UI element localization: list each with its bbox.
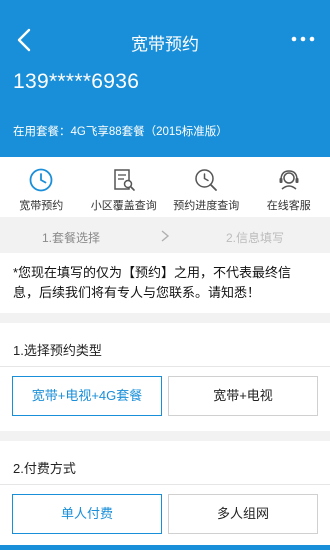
quick-link-coverage-query[interactable]: 小区覆盖查询 xyxy=(83,157,166,217)
quick-link-label: 宽带预约 xyxy=(19,200,64,212)
document-search-icon xyxy=(114,169,135,191)
chevron-right-icon xyxy=(161,230,170,242)
more-button[interactable] xyxy=(288,28,318,50)
header: 宽带预约 139*****6936 在用套餐：4G飞享88套餐（2015标准版） xyxy=(0,0,330,157)
option-broadband-tv[interactable]: 宽带+电视 xyxy=(168,376,318,416)
divider xyxy=(0,484,330,485)
payment-method-section: 2.付费方式 单人付费 多人组网 xyxy=(0,441,330,550)
quick-link-progress-query[interactable]: 预约进度查询 xyxy=(165,157,248,217)
quick-link-label: 在线客服 xyxy=(266,200,311,212)
quick-link-online-service[interactable]: 在线客服 xyxy=(248,157,330,217)
clock-search-icon xyxy=(195,169,218,191)
quick-links: 宽带预约 小区覆盖查询 预约进度查询 在线客服 xyxy=(0,157,330,217)
option-single-payment[interactable]: 单人付费 xyxy=(12,494,162,534)
current-plan: 在用套餐：4G飞享88套餐（2015标准版） xyxy=(13,126,228,138)
section-title: 2.付费方式 xyxy=(13,461,76,476)
headset-icon xyxy=(279,170,299,190)
bottom-bar xyxy=(0,545,330,550)
section-title: 1.选择预约类型 xyxy=(13,343,102,358)
option-group-network[interactable]: 多人组网 xyxy=(168,494,318,534)
step-info-entry: 2.信息填写 xyxy=(226,231,285,245)
notice-text: *您现在填写的仅为【预约】之用，不代表最终信息，后续我们将有专人与您联系。请知悉… xyxy=(0,253,330,313)
quick-link-broadband-reservation[interactable]: 宽带预约 xyxy=(0,157,83,217)
reservation-type-section: 1.选择预约类型 宽带+电视+4G套餐 宽带+电视 xyxy=(0,323,330,431)
more-dots-icon xyxy=(291,36,315,42)
option-broadband-tv-4g[interactable]: 宽带+电视+4G套餐 xyxy=(12,376,162,416)
phone-number: 139*****6936 xyxy=(13,70,140,93)
step-package-selection: 1.套餐选择 xyxy=(42,231,101,245)
page-title: 宽带预约 xyxy=(131,35,199,54)
step-indicator: 1.套餐选择 2.信息填写 xyxy=(0,217,330,253)
clock-icon xyxy=(29,168,53,192)
quick-link-label: 小区覆盖查询 xyxy=(90,200,157,212)
divider xyxy=(0,366,330,367)
quick-link-label: 预约进度查询 xyxy=(173,200,240,212)
